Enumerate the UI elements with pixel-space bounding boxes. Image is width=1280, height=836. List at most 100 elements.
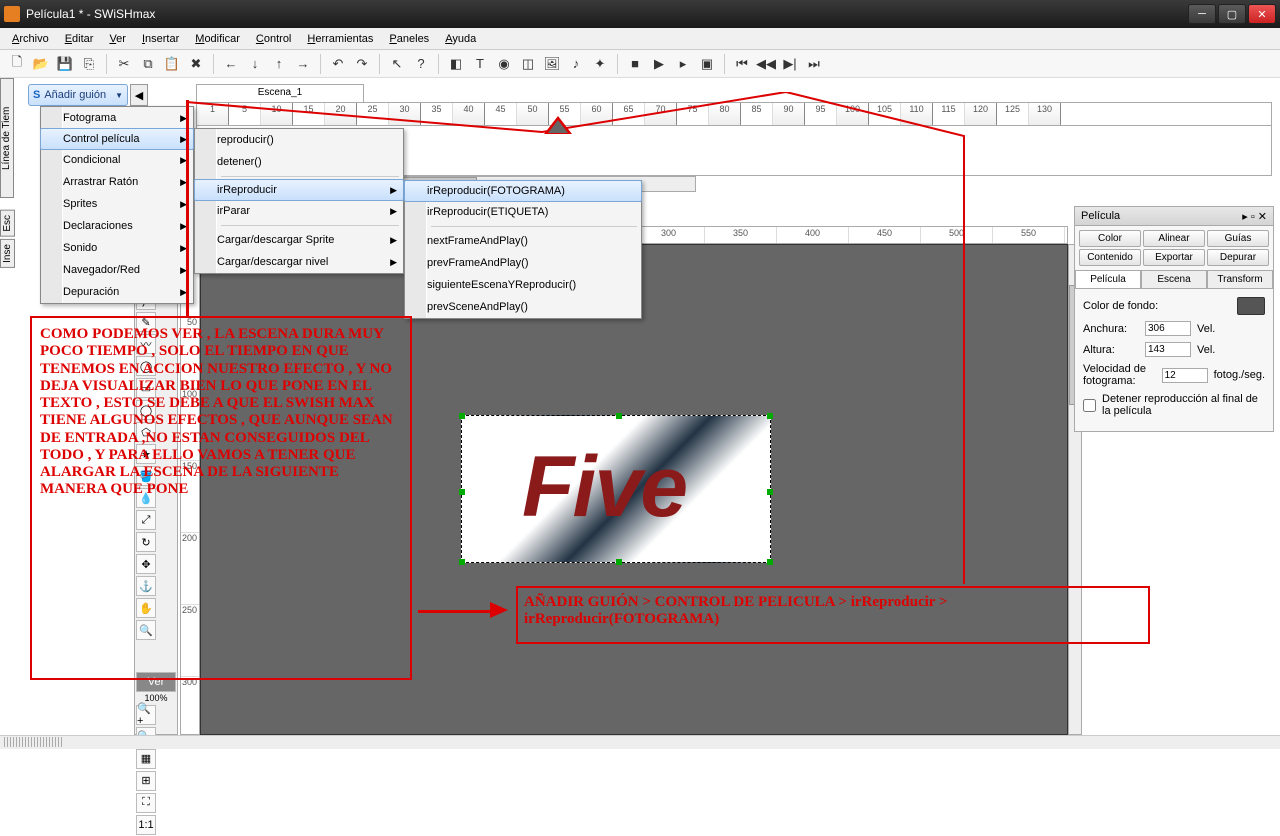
play-icon[interactable]: ▶ <box>648 53 670 75</box>
menu-item[interactable]: siguienteEscenaYReproducir() <box>405 274 641 296</box>
menu-item[interactable]: Navegador/Red▶ <box>41 259 193 281</box>
height-input[interactable] <box>1145 342 1191 357</box>
menu-item[interactable]: detener() <box>195 151 403 173</box>
menu-archivo[interactable]: Archivo <box>4 31 57 47</box>
menu-control[interactable]: Control <box>248 31 299 47</box>
sound-icon[interactable]: ♪ <box>565 53 587 75</box>
menu-item[interactable]: prevSceneAndPlay() <box>405 296 641 318</box>
fit-icon[interactable]: ⛶ <box>136 793 156 813</box>
prev-icon[interactable]: ◀◀ <box>755 53 777 75</box>
stage-object[interactable]: Five <box>461 415 771 563</box>
effect-icon[interactable]: ✦ <box>589 53 611 75</box>
resize-handle[interactable] <box>767 559 773 565</box>
menu-item[interactable]: irReproducir(ETIQUETA) <box>405 201 641 223</box>
undo-icon[interactable]: ↶ <box>327 53 349 75</box>
stop-icon[interactable]: ■ <box>624 53 646 75</box>
script-nav-prev[interactable]: ◀ <box>130 84 148 106</box>
tab-movie[interactable]: Película <box>1075 270 1141 288</box>
menu-item[interactable]: nextFrameAndPlay() <box>405 230 641 252</box>
align-button[interactable]: Alinear <box>1143 230 1205 247</box>
color-button[interactable]: Color <box>1079 230 1141 247</box>
paste-icon[interactable]: 📋 <box>161 53 183 75</box>
export-button[interactable]: Exportar <box>1143 249 1205 266</box>
tab-scene[interactable]: Esc <box>0 210 15 237</box>
menu-modificar[interactable]: Modificar <box>187 31 248 47</box>
pointer-icon[interactable]: ↖ <box>386 53 408 75</box>
zoom-in-icon[interactable]: 🔍+ <box>136 705 156 725</box>
arrow-down-icon[interactable]: ↓ <box>244 53 266 75</box>
menu-paneles[interactable]: Paneles <box>381 31 437 47</box>
menu-herramientas[interactable]: Herramientas <box>299 31 381 47</box>
save-icon[interactable]: 💾 <box>54 53 76 75</box>
timeline-panel-label[interactable]: Línea de Tiem <box>0 78 14 198</box>
width-input[interactable] <box>1145 321 1191 336</box>
open-icon[interactable]: 📂 <box>30 53 52 75</box>
resize-handle[interactable] <box>767 489 773 495</box>
menu-item[interactable]: Declaraciones▶ <box>41 215 193 237</box>
arrow-left-icon[interactable]: ← <box>220 53 242 75</box>
resize-grip[interactable] <box>4 737 62 747</box>
fps-input[interactable] <box>1162 368 1208 383</box>
cut-icon[interactable]: ✂ <box>113 53 135 75</box>
export-icon[interactable]: ⎘ <box>78 53 100 75</box>
resize-handle[interactable] <box>767 413 773 419</box>
arrow-right-icon[interactable]: → <box>292 53 314 75</box>
shape-icon[interactable]: ◧ <box>445 53 467 75</box>
tab-transform[interactable]: Transform <box>1207 270 1273 288</box>
snap-icon[interactable]: ⊞ <box>136 771 156 791</box>
menu-item[interactable]: irParar▶ <box>195 200 403 222</box>
resize-handle[interactable] <box>459 413 465 419</box>
menu-item[interactable]: irReproducir(FOTOGRAMA) <box>404 180 642 202</box>
resize-handle[interactable] <box>616 413 622 419</box>
menu-item[interactable]: Control película▶ <box>40 128 194 150</box>
copy-icon[interactable]: ⧉ <box>137 53 159 75</box>
maximize-button[interactable]: ▢ <box>1218 4 1246 24</box>
menu-item[interactable]: Cargar/descargar Sprite▶ <box>195 229 403 251</box>
minimize-button[interactable]: ─ <box>1188 4 1216 24</box>
help-icon[interactable]: ? <box>410 53 432 75</box>
menu-item[interactable]: prevFrameAndPlay() <box>405 252 641 274</box>
resize-handle[interactable] <box>616 559 622 565</box>
grid-icon[interactable]: ▦ <box>136 749 156 769</box>
menu-insertar[interactable]: Insertar <box>134 31 187 47</box>
actual-icon[interactable]: 1:1 <box>136 815 156 835</box>
text-icon[interactable]: T <box>469 53 491 75</box>
debug-button[interactable]: Depurar <box>1207 249 1269 266</box>
button-icon[interactable]: ◉ <box>493 53 515 75</box>
menu-item[interactable]: Fotograma▶ <box>41 107 193 129</box>
menu-item[interactable]: Arrastrar Ratón▶ <box>41 171 193 193</box>
add-script-button[interactable]: S Añadir guión ▼ <box>28 84 128 106</box>
content-button[interactable]: Contenido <box>1079 249 1141 266</box>
tab-insert[interactable]: Inse <box>0 239 15 268</box>
last-icon[interactable]: ⏭ <box>803 53 825 75</box>
close-button[interactable]: ✕ <box>1248 4 1276 24</box>
preview-icon[interactable]: ▣ <box>696 53 718 75</box>
next-icon[interactable]: ▶| <box>779 53 801 75</box>
menu-ver[interactable]: Ver <box>101 31 134 47</box>
panel-header[interactable]: Película▸ ▫ ✕ <box>1075 207 1273 226</box>
scene-tab[interactable]: Escena_1 <box>196 84 364 102</box>
menu-ayuda[interactable]: Ayuda <box>437 31 484 47</box>
menu-item[interactable]: Depuración▶ <box>41 281 193 303</box>
menu-item[interactable]: Cargar/descargar nivel▶ <box>195 251 403 273</box>
resize-handle[interactable] <box>459 559 465 565</box>
resize-handle[interactable] <box>459 489 465 495</box>
image-icon[interactable]: 🖼 <box>541 53 563 75</box>
tab-scene[interactable]: Escena <box>1141 270 1207 288</box>
menu-item[interactable]: irReproducir▶ <box>194 179 404 201</box>
sprite-icon[interactable]: ◫ <box>517 53 539 75</box>
menu-item[interactable]: Sprites▶ <box>41 193 193 215</box>
first-icon[interactable]: ⏮ <box>731 53 753 75</box>
redo-icon[interactable]: ↷ <box>351 53 373 75</box>
arrow-up-icon[interactable]: ↑ <box>268 53 290 75</box>
menu-item[interactable]: Condicional▶ <box>41 149 193 171</box>
menu-item[interactable]: Sonido▶ <box>41 237 193 259</box>
new-icon[interactable]: 🗋 <box>6 53 28 75</box>
bg-color-swatch[interactable] <box>1237 297 1265 315</box>
menu-editar[interactable]: Editar <box>57 31 102 47</box>
timeline-ruler[interactable]: 1510152025303540455055606570758085909510… <box>196 102 1272 126</box>
menu-item[interactable]: reproducir() <box>195 129 403 151</box>
guides-button[interactable]: Guías <box>1207 230 1269 247</box>
delete-icon[interactable]: ✖ <box>185 53 207 75</box>
play-effect-icon[interactable]: ▸ <box>672 53 694 75</box>
